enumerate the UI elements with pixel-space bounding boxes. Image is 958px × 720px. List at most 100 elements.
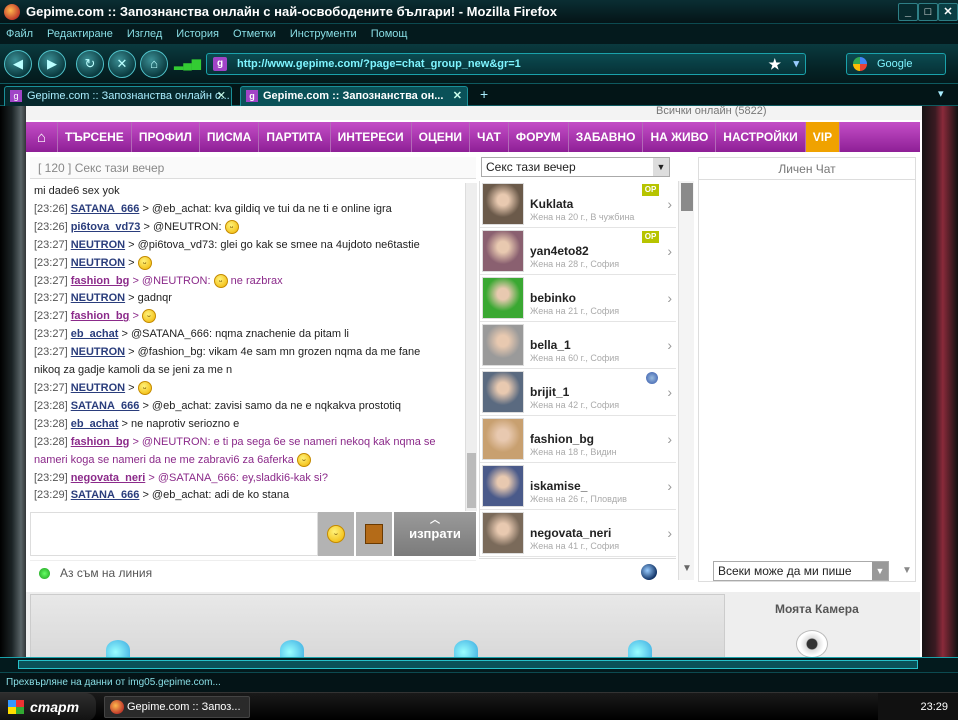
menu-edit[interactable]: Редактиране (47, 28, 113, 40)
home-nav-icon[interactable]: ⌂ (26, 122, 58, 152)
nav-profile[interactable]: ПРОФИЛ (132, 122, 200, 152)
menu-help[interactable]: Помощ (371, 28, 408, 40)
tab-1[interactable]: g Gepime.com :: Запознанства онлайн с...… (4, 86, 232, 106)
scroll-thumb[interactable] (467, 453, 476, 508)
scroll-thumb[interactable] (18, 660, 918, 669)
menu-view[interactable]: Изглед (127, 28, 162, 40)
chat-message: mi dade6 sex yok (34, 183, 462, 201)
home-icon[interactable]: ⌂ (140, 50, 168, 78)
chat-scrollbar[interactable] (465, 183, 477, 511)
user-list-item[interactable]: bella_1 Жена на 60 г., София › (480, 322, 676, 369)
menu-history[interactable]: История (176, 28, 219, 40)
message-username[interactable]: NEUTRON (71, 257, 125, 269)
nav-forum[interactable]: ФОРУМ (509, 122, 569, 152)
reload-icon[interactable]: ↻ (76, 50, 104, 78)
room-select[interactable]: Секс тази вечер ▼ (481, 157, 670, 177)
scroll-thumb[interactable] (681, 183, 693, 211)
chevron-right-icon[interactable]: › (667, 431, 672, 447)
avatar[interactable] (482, 183, 524, 225)
smiley-icon: ᵕ (224, 219, 239, 234)
dropdown-icon[interactable]: ▾ (793, 54, 799, 74)
user-list-scrollbar[interactable]: ▼ (678, 181, 694, 580)
avatar[interactable] (482, 277, 524, 319)
chevron-right-icon[interactable]: › (667, 337, 672, 353)
scroll-down-icon[interactable]: ▼ (902, 565, 912, 576)
horizontal-scrollbar[interactable] (0, 657, 958, 671)
message-username[interactable]: SATANA_666 (71, 203, 140, 215)
chevron-right-icon[interactable]: › (667, 196, 672, 212)
message-username[interactable]: SATANA_666 (71, 489, 140, 501)
message-username[interactable]: NEUTRON (71, 292, 125, 304)
tab-close-icon[interactable]: ✕ (217, 87, 226, 105)
back-icon[interactable]: ◀ (4, 50, 32, 78)
user-list-item[interactable]: iskamise_ Жена на 26 г., Пловдив › (480, 463, 676, 510)
tab-close-icon[interactable]: ✕ (453, 87, 462, 105)
message-text: > @eb_achat: kva gildiq ve tui da ne ti … (142, 202, 392, 215)
user-list-item[interactable]: bebinko Жена на 21 г., София › (480, 275, 676, 322)
address-bar[interactable]: g http://www.gepime.com/?page=chat_group… (206, 53, 806, 75)
forward-icon[interactable]: ▶ (38, 50, 66, 78)
new-tab-icon[interactable]: + (480, 86, 488, 102)
stop-icon[interactable]: ✕ (108, 50, 136, 78)
message-username[interactable]: pi6tova_vd73 (71, 221, 141, 233)
message-username[interactable]: fashion_bg (71, 310, 130, 322)
menu-tools[interactable]: Инструменти (290, 28, 357, 40)
tab-list-icon[interactable]: ▾ (938, 87, 944, 100)
address-url: http://www.gepime.com/?page=chat_group_n… (237, 58, 521, 70)
taskbar-firefox-item[interactable]: Gepime.com :: Запоз... (104, 696, 250, 718)
message-username[interactable]: NEUTRON (71, 346, 125, 358)
avatar[interactable] (482, 230, 524, 272)
user-list-item[interactable]: Kuklata Жена на 20 г., В чужбина OP › (480, 181, 676, 228)
message-username[interactable]: NEUTRON (71, 239, 125, 251)
message-username[interactable]: negovata_neri (71, 472, 146, 484)
nav-chat[interactable]: ЧАТ (470, 122, 509, 152)
nav-parties[interactable]: ПАРТИТА (259, 122, 331, 152)
nav-search[interactable]: ТЪРСЕНЕ (58, 122, 132, 152)
avatar[interactable] (482, 465, 524, 507)
avatar[interactable] (482, 418, 524, 460)
nav-fun[interactable]: ЗАБАВНО (569, 122, 644, 152)
chevron-right-icon[interactable]: › (667, 384, 672, 400)
nav-messages[interactable]: ПИСМА (200, 122, 260, 152)
send-button[interactable]: ︿ изпрати (394, 512, 476, 556)
bookmark-star-icon[interactable]: ★ (768, 54, 781, 74)
nav-vip[interactable]: VIP (805, 122, 841, 152)
message-username[interactable]: SATANA_666 (71, 400, 140, 412)
nav-rate[interactable]: ОЦЕНИ (412, 122, 471, 152)
scroll-down-icon[interactable]: ▼ (682, 563, 692, 574)
avatar[interactable] (482, 512, 524, 554)
chat-bubble-icon[interactable] (641, 564, 657, 580)
chevron-right-icon[interactable]: › (667, 478, 672, 494)
tab-2[interactable]: g Gepime.com :: Запознанства он... ✕ (240, 86, 468, 106)
avatar[interactable] (482, 324, 524, 366)
message-username[interactable]: eb_achat (71, 418, 119, 430)
message-username[interactable]: eb_achat (71, 328, 119, 340)
start-button[interactable]: старт (0, 693, 96, 720)
chat-message: [23:28] SATANA_666 > @eb_achat: zavisi s… (34, 398, 462, 416)
chevron-right-icon[interactable]: › (667, 243, 672, 259)
message-username[interactable]: NEUTRON (71, 382, 125, 394)
nav-live[interactable]: НА ЖИВО (643, 122, 717, 152)
minimize-button[interactable]: _ (898, 3, 918, 21)
chevron-right-icon[interactable]: › (667, 525, 672, 541)
online-status[interactable]: Аз съм на линия (30, 560, 476, 584)
color-button[interactable] (356, 512, 392, 556)
message-input[interactable] (30, 512, 318, 556)
user-list-item[interactable]: negovata_neri Жена на 41 г., София › (480, 510, 676, 557)
close-button[interactable]: ✕ (938, 3, 958, 21)
chevron-right-icon[interactable]: › (667, 290, 672, 306)
menu-file[interactable]: Файл (6, 28, 33, 40)
user-list-item[interactable]: yan4eto82 Жена на 28 г., София OP › (480, 228, 676, 275)
maximize-button[interactable]: □ (918, 3, 938, 21)
private-chat-permission-select[interactable]: Всеки може да ми пише ▼ (713, 561, 889, 581)
smiley-button[interactable]: ᵕ (318, 512, 354, 556)
search-box[interactable]: Google (846, 53, 946, 75)
nav-settings[interactable]: НАСТРОЙКИ (716, 122, 806, 152)
message-username[interactable]: fashion_bg (71, 436, 130, 448)
user-list-item[interactable]: brijit_1 Жена на 42 г., София › (480, 369, 676, 416)
menu-bookmarks[interactable]: Отметки (233, 28, 276, 40)
nav-interests[interactable]: ИНТЕРЕСИ (331, 122, 412, 152)
avatar[interactable] (482, 371, 524, 413)
user-list-item[interactable]: fashion_bg Жена на 18 г., Видин › (480, 416, 676, 463)
message-username[interactable]: fashion_bg (71, 275, 130, 287)
